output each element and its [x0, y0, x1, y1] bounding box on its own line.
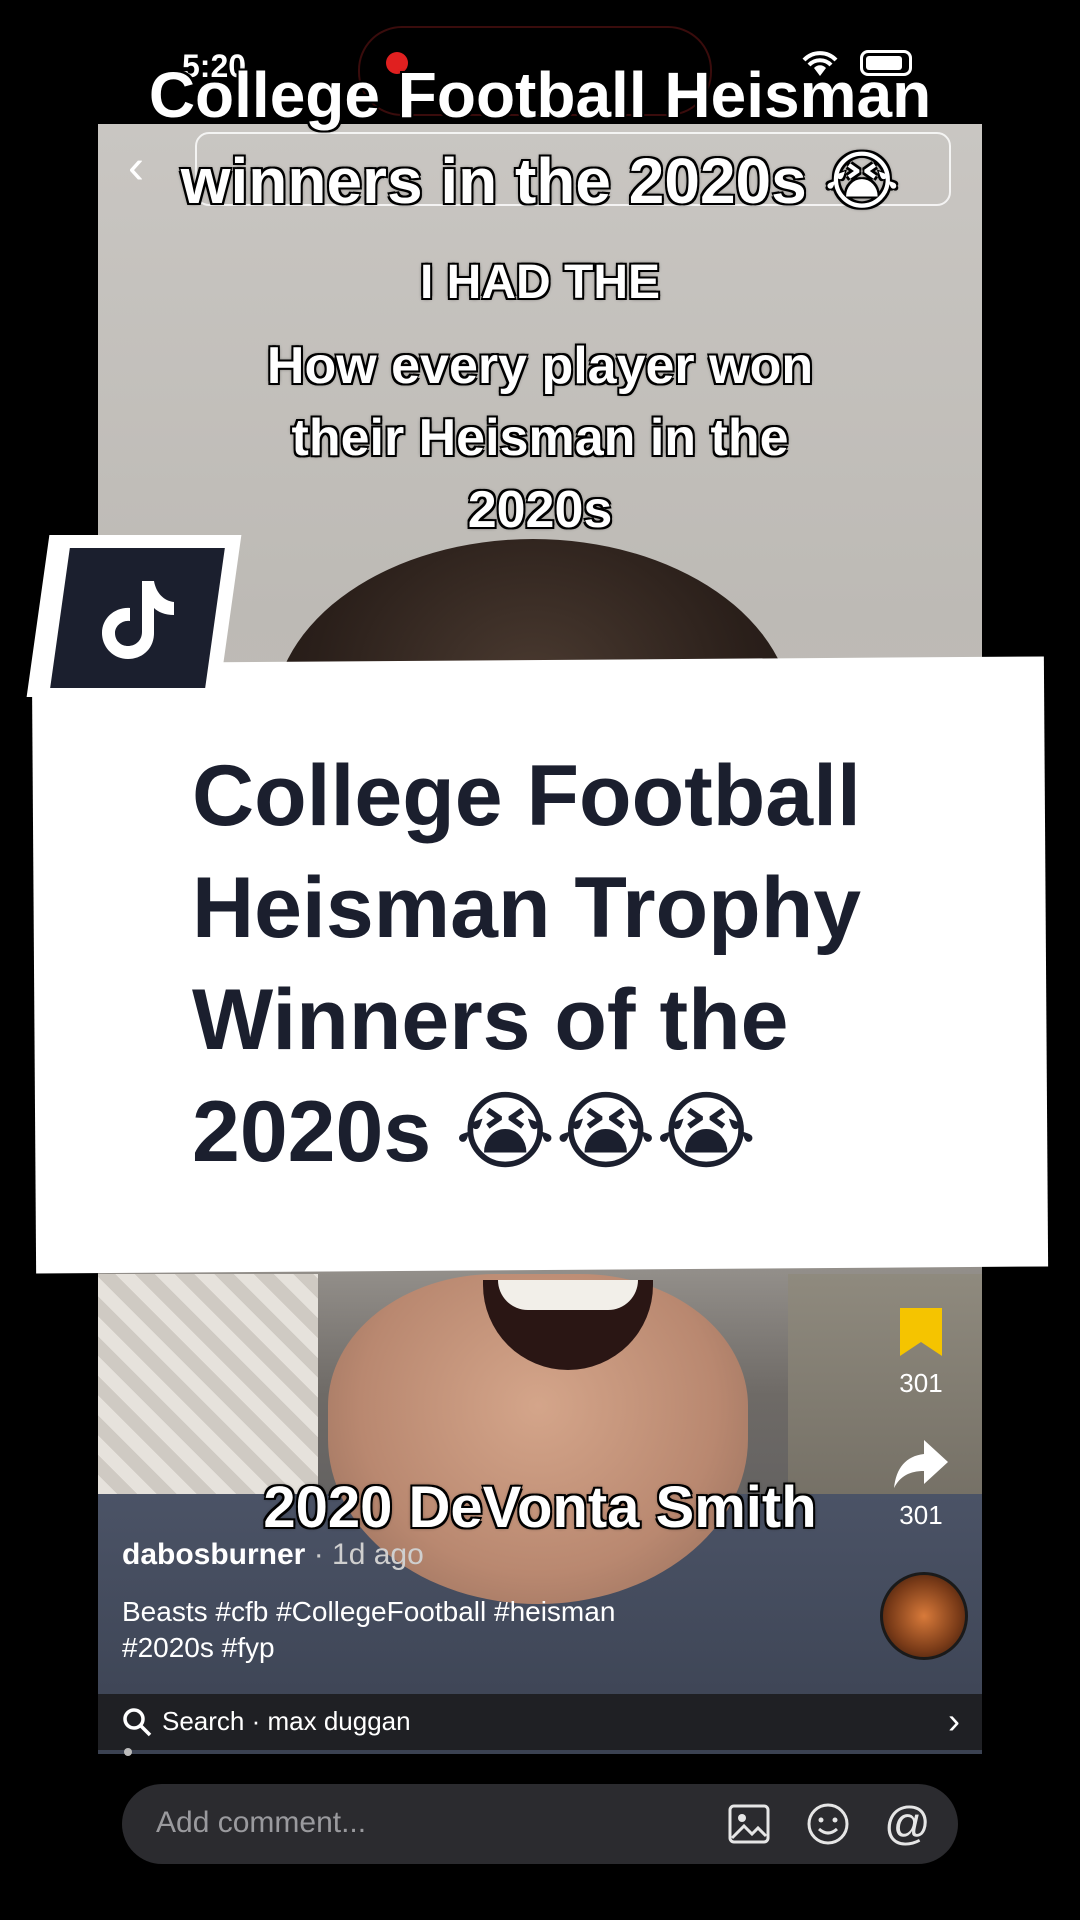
overlay-line4: 2020s [467, 481, 613, 539]
card-title-line2: Heisman Trophy [192, 860, 862, 956]
emoji-icon[interactable] [806, 1802, 850, 1846]
related-search-label: Search · max duggan [162, 1706, 411, 1736]
image-icon[interactable] [728, 1804, 770, 1844]
post-caption-line2: #2020s #fyp [122, 1632, 275, 1663]
comment-placeholder: Add comment... [156, 1806, 367, 1839]
comment-input[interactable]: Add comment... @ [122, 1784, 958, 1864]
post-caption-line1: Beasts #cfb #CollegeFootball #heisman [122, 1596, 616, 1627]
post-time: · 1d ago [313, 1538, 424, 1571]
bookmark-icon [900, 1308, 942, 1356]
overlay-line1: I HAD THE [420, 256, 660, 309]
card-title-line3: Winners of the [192, 972, 789, 1068]
mention-icon[interactable]: @ [884, 1796, 931, 1850]
card-title-line4: 2020s 😭😭😭 [192, 1084, 757, 1180]
progress-indicator [124, 1748, 132, 1756]
username[interactable]: dabosburner [122, 1538, 305, 1571]
bookmark-button[interactable] [898, 1306, 944, 1363]
card-title-line1: College Football [192, 748, 861, 844]
avatar[interactable] [880, 1572, 968, 1660]
search-icon [123, 1708, 152, 1737]
card-title: College Football Heisman Trophy Winners … [192, 740, 972, 1188]
tiktok-logo-icon [50, 548, 225, 688]
chevron-right-icon: › [948, 1700, 960, 1741]
overlay-line2: How every player won [266, 337, 814, 395]
video-title-line2: winners in the 2020s 😭 [180, 145, 900, 217]
post-meta: dabosburner · 1d ago [122, 1538, 424, 1572]
bookmark-count: 301 [899, 1368, 943, 1398]
person-teeth [498, 1280, 638, 1310]
overlay-line3: their Heisman in the [291, 409, 789, 467]
video-title-line1: College Football Heisman [148, 59, 932, 131]
player-caption: 2020 DeVonta Smith [263, 1475, 817, 1540]
related-search-row[interactable]: Search · max duggan › [98, 1694, 982, 1750]
